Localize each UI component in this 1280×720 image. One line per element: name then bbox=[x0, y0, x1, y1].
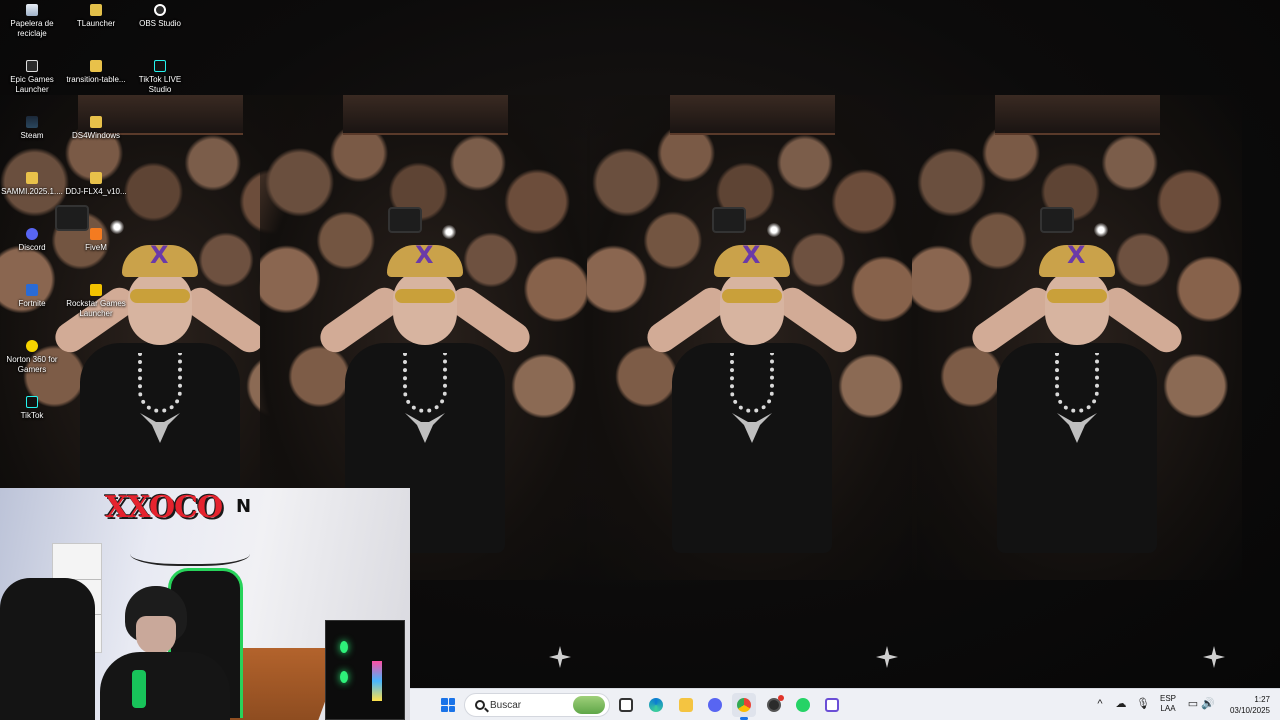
discord-icon bbox=[26, 228, 38, 240]
desktop-icon-transition-table[interactable]: transition-table... bbox=[64, 60, 128, 85]
pc-case bbox=[325, 620, 405, 720]
search-highlight-icon[interactable] bbox=[573, 696, 605, 714]
taskbar-app-chrome[interactable] bbox=[732, 693, 756, 720]
taskbar-search[interactable]: Buscar bbox=[464, 693, 610, 717]
recording-badge bbox=[778, 695, 784, 701]
desktop-icon-tlauncher[interactable]: TLauncher bbox=[64, 4, 128, 29]
obs-icon bbox=[154, 4, 166, 16]
desktop-icon-label: Fortnite bbox=[18, 299, 46, 308]
display-icon[interactable]: ▭ bbox=[1186, 697, 1200, 711]
volume-icon[interactable]: 🔊 bbox=[1201, 697, 1215, 711]
desktop-icon-label: TLauncher bbox=[76, 19, 116, 28]
windows-start-icon bbox=[441, 698, 455, 712]
webcam-overlay: XXOCO N bbox=[0, 488, 410, 720]
desktop-icon-discord[interactable]: Discord bbox=[0, 228, 64, 253]
taskbar-app-discord[interactable] bbox=[703, 693, 727, 717]
tray-overflow-chevron-icon[interactable]: ^ bbox=[1093, 697, 1107, 711]
wallpaper-panel bbox=[912, 95, 1242, 580]
task-view-icon bbox=[619, 698, 633, 712]
file-explorer-icon bbox=[679, 698, 693, 712]
microphone-icon[interactable]: 🎙 bbox=[1136, 697, 1150, 711]
desktop-icon-fivem[interactable]: FiveM bbox=[64, 228, 128, 253]
sparkle-icon bbox=[549, 646, 571, 668]
desktop-icon-fortnite[interactable]: Fortnite bbox=[0, 284, 64, 309]
wall-graffiti-letter: N bbox=[236, 496, 252, 517]
gaming-chair bbox=[0, 578, 95, 720]
desktop-icon-rockstar-games[interactable]: Rockstar Games Launcher bbox=[64, 284, 128, 319]
snipping-tool-icon bbox=[825, 698, 839, 712]
desktop-icon-label: Steam bbox=[20, 131, 44, 140]
rockstar-icon bbox=[90, 284, 102, 296]
discord-icon bbox=[708, 698, 722, 712]
desktop-icon-label: Epic Games Launcher bbox=[10, 75, 54, 94]
cloud-icon[interactable]: ☁ bbox=[1114, 697, 1128, 711]
desktop-icon-steam[interactable]: Steam bbox=[0, 116, 64, 141]
task-view-button[interactable] bbox=[614, 693, 638, 717]
tiktok-live-icon bbox=[154, 60, 166, 72]
desktop-icon-label: Papelera de reciclaje bbox=[10, 19, 54, 38]
desktop-icon-ds4windows[interactable]: DS4Windows bbox=[64, 116, 128, 141]
desktop-icon-label: transition-table... bbox=[66, 75, 126, 84]
taskbar-app-whatsapp[interactable] bbox=[791, 693, 815, 717]
language-code: ESP bbox=[1159, 694, 1176, 703]
desktop-icon-recycle-bin[interactable]: Papelera de reciclaje bbox=[0, 4, 64, 39]
taskbar-app-snipping-tool[interactable] bbox=[820, 693, 844, 717]
start-button[interactable] bbox=[436, 693, 460, 717]
taskbar-app-edge[interactable] bbox=[644, 693, 668, 717]
fortnite-icon bbox=[26, 284, 38, 296]
steam-icon bbox=[26, 116, 38, 128]
taskbar: Buscar ^ ☁ 🎙 ESP LAA ▭ 🔊 1:27 03/10/2025 bbox=[410, 688, 1280, 720]
desktop-icon-label: DDJ-FLX4_v10... bbox=[65, 187, 127, 196]
desktop-icon-label: Rockstar Games Launcher bbox=[66, 299, 126, 318]
search-icon bbox=[475, 700, 485, 710]
desktop-icon-tiktok-live-studio[interactable]: TikTok LIVE Studio bbox=[128, 60, 192, 95]
taskbar-app-file-explorer[interactable] bbox=[674, 693, 698, 717]
taskbar-app-obs[interactable] bbox=[762, 693, 786, 717]
sparkle-icon bbox=[1203, 646, 1225, 668]
norton-icon bbox=[26, 340, 38, 352]
desktop-icon-label: TikTok bbox=[20, 411, 44, 420]
folder-icon bbox=[26, 172, 38, 184]
desktop-icon-label: Discord bbox=[18, 243, 46, 252]
desktop-icon-label: Norton 360 for Gamers bbox=[6, 355, 58, 374]
chrome-icon bbox=[737, 698, 751, 712]
desktop-icon-label: OBS Studio bbox=[139, 19, 181, 28]
streamer bbox=[100, 586, 240, 720]
desktop-icon-obs-studio[interactable]: OBS Studio bbox=[128, 4, 192, 29]
clock-time: 1:27 bbox=[1254, 695, 1270, 704]
desktop-icon-ddj-flx4[interactable]: DDJ-FLX4_v10... bbox=[64, 172, 128, 197]
desktop-icon-label: DS4Windows bbox=[71, 131, 120, 140]
input-language-indicator[interactable]: ESP LAA bbox=[1158, 694, 1178, 714]
keyboard-layout: LAA bbox=[1160, 704, 1176, 713]
fivem-icon bbox=[90, 228, 102, 240]
recycle-bin-icon bbox=[26, 4, 38, 16]
epic-games-icon bbox=[26, 60, 38, 72]
folder-icon bbox=[90, 172, 102, 184]
wall-scribble bbox=[130, 536, 250, 566]
clock-date: 03/10/2025 bbox=[1229, 706, 1270, 715]
taskbar-clock[interactable]: 1:27 03/10/2025 bbox=[1230, 694, 1270, 716]
sparkle-icon bbox=[876, 646, 898, 668]
desktop-icon-sammi[interactable]: SAMMI.2025.1.... bbox=[0, 172, 64, 197]
desktop-icon-epic-games[interactable]: Epic Games Launcher bbox=[0, 60, 64, 95]
desktop-icon-label: FiveM bbox=[85, 243, 107, 252]
tlauncher-icon bbox=[90, 4, 102, 16]
desktop-icon-label: SAMMI.2025.1.... bbox=[1, 187, 63, 196]
wallpaper-panel bbox=[587, 95, 917, 580]
tiktok-icon bbox=[26, 396, 38, 408]
whatsapp-icon bbox=[796, 698, 810, 712]
desktop-icon-label: TikTok LIVE Studio bbox=[138, 75, 182, 94]
folder-icon bbox=[90, 116, 102, 128]
folder-icon bbox=[90, 60, 102, 72]
green-bottle bbox=[132, 670, 146, 708]
desktop-icon-tiktok[interactable]: TikTok bbox=[0, 396, 64, 421]
search-placeholder: Buscar bbox=[490, 700, 522, 711]
wall-graffiti: XXOCO bbox=[105, 490, 223, 525]
desktop-icon-norton-360[interactable]: Norton 360 for Gamers bbox=[0, 340, 64, 375]
edge-icon bbox=[649, 698, 663, 712]
